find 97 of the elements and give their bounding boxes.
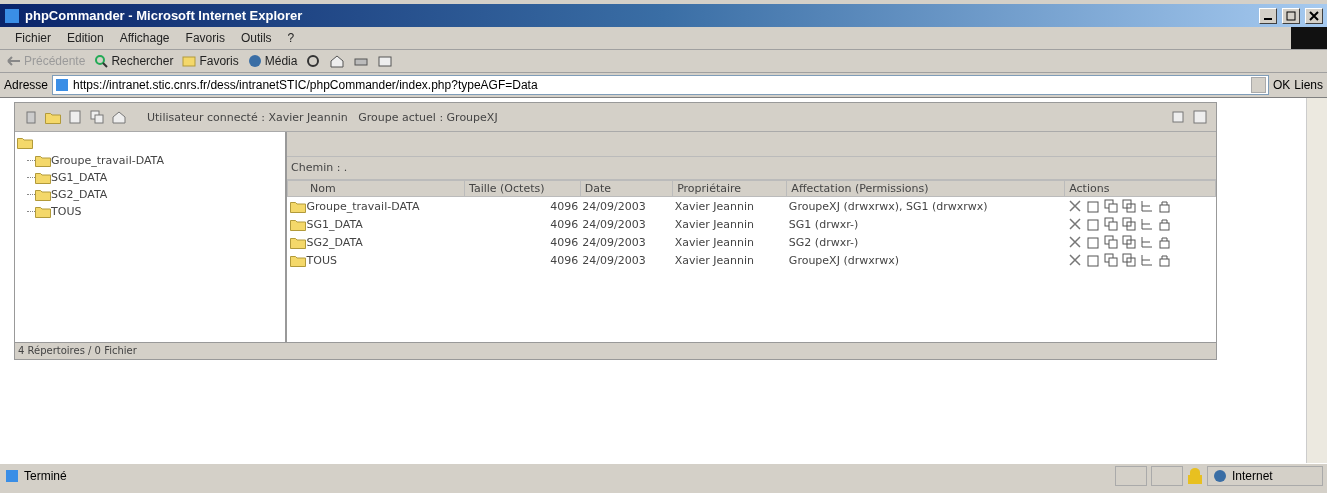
file-name[interactable]: SG1_DATA <box>306 217 363 231</box>
column-header[interactable]: Taille (Octets) <box>464 180 581 197</box>
folder-icon <box>35 205 51 218</box>
delete-icon[interactable] <box>1066 216 1083 232</box>
tree-icon[interactable] <box>1138 216 1155 232</box>
page-icon <box>55 78 70 92</box>
lock-icon <box>1187 468 1203 484</box>
home-icon[interactable] <box>329 53 346 69</box>
table-cell-text: Xavier Jeannin <box>673 216 755 233</box>
dropdown-button[interactable] <box>1250 77 1266 93</box>
table-cell-text: 4096 <box>549 216 580 233</box>
status-text: Terminé <box>24 469 68 483</box>
table-cell: GroupeXJ (drwxrwx), SG1 (drwxrwx) <box>786 196 1065 215</box>
tree-icon[interactable] <box>1138 198 1155 214</box>
table-cell-text: 24/09/2003 <box>581 216 647 233</box>
table-cell-text: 24/09/2003 <box>581 252 647 269</box>
toolbar-button[interactable]: Rechercher <box>93 53 174 69</box>
table-cell: Xavier Jeannin <box>672 196 787 215</box>
tree-item[interactable]: TOUS <box>51 205 82 218</box>
tree-item[interactable]: SG1_DATA <box>51 171 108 184</box>
status-pane <box>1151 466 1183 486</box>
scrollbar[interactable] <box>1306 98 1327 463</box>
move-icon[interactable] <box>1120 198 1137 214</box>
close-button[interactable] <box>1305 7 1323 24</box>
maximize-button[interactable] <box>1282 7 1300 24</box>
close-icon <box>1309 10 1319 21</box>
delete-icon[interactable] <box>1066 234 1083 250</box>
column-header[interactable]: Affectation (Permissions) <box>786 180 1065 197</box>
window-title: phpCommander - Microsoft Internet Explorer <box>25 8 304 23</box>
copy-icon[interactable] <box>89 109 105 125</box>
copy-icon[interactable] <box>1102 234 1119 250</box>
lock-icon[interactable] <box>1156 252 1173 268</box>
file-name[interactable]: Groupe_travail-DATA <box>306 199 420 213</box>
menu-item[interactable]: ? <box>280 30 302 46</box>
copy-icon[interactable] <box>1102 252 1119 268</box>
move-icon[interactable] <box>1120 234 1137 250</box>
folder-icon <box>35 171 51 184</box>
column-header[interactable]: Propriétaire <box>672 180 787 197</box>
folder-icon <box>289 235 306 249</box>
table-cell-text: SG1 (drwxr-) <box>787 216 860 233</box>
folder-icon <box>289 199 306 213</box>
column-header[interactable]: Date <box>580 180 673 197</box>
lock-icon[interactable] <box>1156 234 1173 250</box>
search-icon[interactable] <box>93 53 110 69</box>
toolbar-button[interactable]: Média <box>246 53 298 69</box>
table-cell: 4096 <box>464 196 581 215</box>
tree-icon[interactable] <box>1138 234 1155 250</box>
toolbar-button[interactable]: Favoris <box>181 53 239 69</box>
address-field[interactable]: https://intranet.stic.cnrs.fr/dess/intranetSTIC/phpCommander/index.php?typeAGF=Data <box>52 75 1269 95</box>
menu-item[interactable]: Fichier <box>8 30 58 46</box>
page-icon <box>4 468 20 484</box>
links-button[interactable]: Liens <box>1294 78 1323 92</box>
table-cell-text: Xavier Jeannin <box>673 234 755 251</box>
lock-icon[interactable] <box>1156 198 1173 214</box>
address-label: Adresse <box>4 78 49 92</box>
tree-item[interactable]: Groupe_travail-DATA <box>51 154 164 167</box>
menu-item[interactable]: Outils <box>233 30 279 46</box>
go-button[interactable]: OK <box>1272 78 1291 92</box>
home-icon[interactable] <box>111 109 127 125</box>
table-cell-text: 4096 <box>549 234 580 251</box>
table-cell: 24/09/2003 <box>580 196 673 215</box>
file-name[interactable]: SG2_DATA <box>306 235 363 249</box>
folder-icon <box>35 154 51 167</box>
user-info: Utilisateur connecté : Xavier Jeannin Groupe actuel : GroupeXJ <box>147 110 499 124</box>
folder-icon <box>289 217 306 231</box>
tree-item[interactable]: SG2_DATA <box>51 188 108 201</box>
table-cell-text: 24/09/2003 <box>581 234 647 251</box>
table-cell-text: Xavier Jeannin <box>673 252 755 269</box>
minimize-icon <box>1264 18 1272 20</box>
menu-item[interactable]: Affichage <box>112 30 177 46</box>
status-pane <box>1115 466 1147 486</box>
copy-icon[interactable] <box>1102 216 1119 232</box>
menu-item[interactable]: Edition <box>60 30 111 46</box>
minimize-button[interactable] <box>1259 7 1277 24</box>
delete-icon[interactable] <box>1066 252 1083 268</box>
folder-icon <box>289 253 306 267</box>
menu-item[interactable]: Favoris <box>178 30 232 46</box>
lock-icon[interactable] <box>1156 216 1173 232</box>
new-folder-icon <box>45 110 61 124</box>
tree-icon[interactable] <box>1138 252 1155 268</box>
column-header[interactable]: Nom <box>287 180 465 197</box>
maximize-icon <box>1286 10 1296 21</box>
move-icon[interactable] <box>1120 216 1137 232</box>
folder-icon <box>35 188 51 201</box>
new-file-icon[interactable] <box>67 109 83 125</box>
table-cell-text: SG2 (drwxr-) <box>787 234 860 251</box>
table-cell-text: GroupeXJ (drwxrwx) <box>787 252 900 269</box>
table-cell-text: 4096 <box>549 252 580 269</box>
column-header[interactable]: Actions <box>1064 180 1216 197</box>
file-name[interactable]: TOUS <box>306 253 337 267</box>
root-folder-icon <box>17 136 33 149</box>
delete-icon[interactable] <box>1066 198 1083 214</box>
summary-text: 4 Répertoires / 0 Fichier <box>17 344 138 358</box>
zone-label: Internet <box>1232 469 1273 483</box>
copy-icon[interactable] <box>1102 198 1119 214</box>
path-label: Chemin : . <box>287 157 1216 180</box>
move-icon[interactable] <box>1120 252 1137 268</box>
